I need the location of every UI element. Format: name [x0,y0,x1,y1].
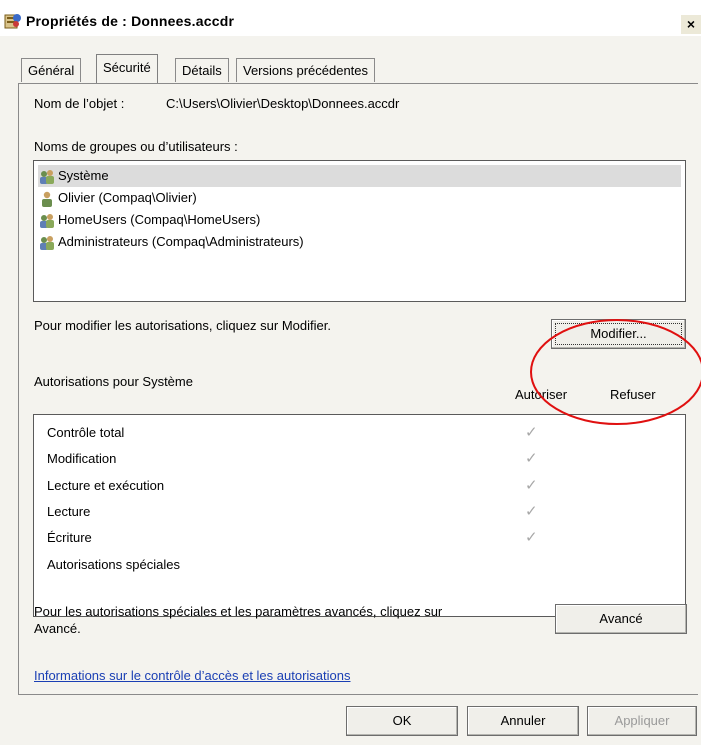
close-button[interactable]: × [680,14,701,34]
permission-row: Écriture [47,530,92,545]
list-item-label: Olivier (Compaq\Olivier) [58,190,197,205]
group-users-icon [40,213,54,228]
list-item-label: Administrateurs (Compaq\Administrateurs) [58,234,304,249]
advanced-hint-line1: Pour les autorisations spéciales et les … [34,604,443,619]
permissions-title: Autorisations pour Système [34,374,193,389]
modify-hint: Pour modifier les autorisations, cliquez… [34,318,331,333]
allow-check-icon: ✓ [525,450,538,467]
allow-check-icon: ✓ [525,503,538,520]
groups-label: Noms de groupes ou d’utilisateurs : [34,139,238,154]
deny-column-header: Refuser [610,387,656,402]
object-name-value: C:\Users\Olivier\Desktop\Donnees.accdr [166,96,400,111]
permissions-list[interactable]: Contrôle total ✓ Modification ✓ Lecture … [33,414,686,617]
permission-row: Contrôle total [47,425,125,440]
title-bar: Propriétés de : Donnees.accdr × [0,0,701,36]
list-item-administrateurs[interactable]: Administrateurs (Compaq\Administrateurs) [38,231,304,253]
list-item-label: HomeUsers (Compaq\HomeUsers) [58,212,261,227]
access-control-help-link[interactable]: Informations sur le contrôle d’accès et … [34,668,351,683]
tab-details[interactable]: Détails [175,58,229,82]
allow-check-icon: ✓ [525,424,538,441]
properties-icon [4,14,21,29]
groups-list[interactable]: Système Olivier (Compaq\Olivier) HomeUse… [33,160,686,302]
cancel-button[interactable]: Annuler [467,706,579,736]
ok-button[interactable]: OK [346,706,458,736]
tab-general[interactable]: Général [21,58,82,82]
list-item-systeme[interactable]: Système [38,165,681,187]
modify-button[interactable]: Modifier... [551,319,686,349]
advanced-hint-line2: Avancé. [34,621,81,636]
allow-column-header: Autoriser [515,387,568,402]
list-item-label: Système [58,168,109,183]
user-icon [42,191,52,207]
permission-row: Modification [47,451,117,466]
list-item-homeusers[interactable]: HomeUsers (Compaq\HomeUsers) [38,209,260,231]
advanced-button[interactable]: Avancé [555,604,687,634]
permission-row: Lecture [47,504,91,519]
permission-row: Autorisations spéciales [47,557,180,572]
group-users-icon [40,235,54,250]
tab-previous-versions[interactable]: Versions précédentes [236,58,376,82]
object-name-label: Nom de l’objet : [34,96,125,111]
permission-row: Lecture et exécution [47,478,165,493]
list-item-olivier[interactable]: Olivier (Compaq\Olivier) [38,187,197,209]
window-title: Propriétés de : Donnees.accdr [26,13,235,29]
allow-check-icon: ✓ [525,529,538,546]
tab-security[interactable]: Sécurité [96,54,158,83]
dialog-body: Général Sécurité Détails Versions précéd… [0,36,701,745]
group-users-icon [40,169,54,184]
apply-button[interactable]: Appliquer [587,706,697,736]
allow-check-icon: ✓ [525,477,538,494]
